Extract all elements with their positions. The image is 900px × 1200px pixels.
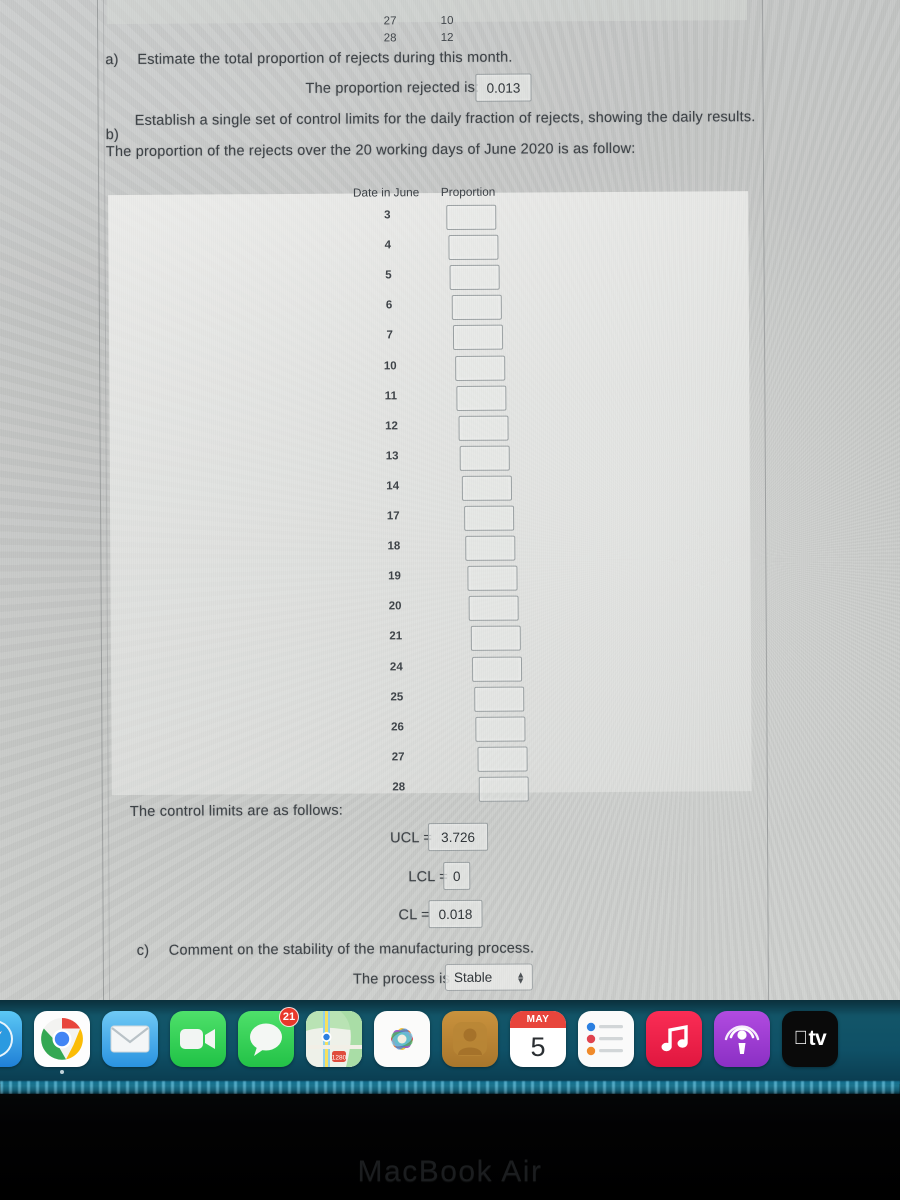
table-row-date: 5 <box>385 269 392 282</box>
proportion-input[interactable] <box>458 415 509 441</box>
table-row-date: 28 <box>392 781 406 794</box>
dock-item-contacts[interactable] <box>442 1011 498 1067</box>
dock-icon-row: 21 1280 MAY 5 tv <box>0 1007 900 1074</box>
table-row-date: 14 <box>386 480 400 493</box>
proportion-input[interactable] <box>473 686 525 712</box>
table-row-date: 20 <box>388 600 402 613</box>
chevron-updown-icon: ▲ ▼ <box>516 969 526 986</box>
proportion-input[interactable] <box>456 385 507 411</box>
dock-reflection <box>0 1081 900 1094</box>
proportion-input[interactable] <box>479 776 530 802</box>
proportion-input[interactable] <box>463 505 514 531</box>
table-row-date: 3 <box>384 209 391 222</box>
proportion-rejected-input[interactable]: 0.013 <box>475 73 532 102</box>
dock-item-podcasts[interactable] <box>714 1011 770 1067</box>
table-row-date: 4 <box>384 239 392 252</box>
prev-row-date: 27 <box>383 15 397 28</box>
proportion-rejected-label: The proportion rejected is: <box>305 79 480 97</box>
table-row-date: 10 <box>383 359 397 372</box>
prev-row-value: 10 <box>440 14 454 28</box>
proportion-input[interactable] <box>477 746 528 772</box>
dock-item-calendar[interactable]: MAY 5 <box>510 1011 566 1067</box>
proportion-input[interactable] <box>475 716 526 742</box>
column-header-date: Date in June <box>352 185 420 200</box>
cl-input[interactable]: 0.018 <box>428 899 483 929</box>
table-row-date: 13 <box>385 450 399 463</box>
proportion-input[interactable] <box>468 595 519 622</box>
question-b-subtext: The proportion of the rejects over the 2… <box>105 140 636 161</box>
question-b-marker: b) <box>105 127 120 144</box>
control-limits-intro: The control limits are as follows: <box>129 802 344 820</box>
dock-item-appletv[interactable]: tv <box>782 1011 838 1067</box>
macbook-brand-label: MacBook Air <box>357 1155 543 1188</box>
proportion-input[interactable] <box>460 445 511 471</box>
dock-item-music[interactable] <box>646 1011 702 1067</box>
dock-item-safari[interactable] <box>0 1011 22 1067</box>
dock-item-photos[interactable] <box>374 1011 430 1067</box>
table-row-date: 24 <box>389 660 403 673</box>
proportion-input[interactable] <box>446 204 497 231</box>
question-a-text: Estimate the total proportion of rejects… <box>137 49 513 68</box>
process-is-label: The process is <box>352 971 451 988</box>
laptop-screen: 27 10 28 12 a) Estimate the total propor… <box>0 0 900 1000</box>
table-row-date: 19 <box>388 570 401 583</box>
running-indicator-dot <box>60 1070 64 1074</box>
table-row-date: 25 <box>390 690 404 703</box>
question-a-marker: a) <box>105 52 119 69</box>
proportion-table-region <box>108 191 752 796</box>
dock-item-chrome[interactable] <box>34 1011 90 1074</box>
prev-row-date: 28 <box>383 32 397 45</box>
table-row-date: 26 <box>391 720 404 734</box>
ucl-label: UCL = <box>390 830 433 847</box>
dock-item-reminders[interactable] <box>578 1011 634 1067</box>
proportion-input[interactable] <box>447 234 499 261</box>
process-stability-select[interactable]: Stable ▲ ▼ <box>444 963 533 992</box>
svg-text:1280: 1280 <box>332 1055 347 1062</box>
table-row-date: 11 <box>384 389 397 402</box>
question-c-text: Comment on the stability of the manufact… <box>168 940 535 959</box>
proportion-input[interactable] <box>451 294 502 321</box>
table-row-date: 6 <box>385 299 393 312</box>
table-row-date: 12 <box>385 420 398 433</box>
process-stability-value: Stable <box>453 969 493 985</box>
prev-row-value: 12 <box>440 31 454 45</box>
dock-item-mail[interactable] <box>102 1011 158 1067</box>
cl-label: CL = <box>398 907 430 924</box>
lcl-input[interactable]: 0 <box>443 861 471 891</box>
dock-item-maps[interactable]: 1280 <box>306 1011 362 1067</box>
table-row-date: 7 <box>386 329 393 342</box>
proportion-input[interactable] <box>472 656 523 682</box>
dock[interactable]: 21 1280 MAY 5 tv <box>0 1000 900 1084</box>
proportion-input[interactable] <box>470 625 521 652</box>
proportion-input[interactable] <box>461 475 512 501</box>
screenshot-root: 27 10 28 12 a) Estimate the total propor… <box>0 0 900 1200</box>
table-row-date: 18 <box>387 540 401 553</box>
table-row-date: 21 <box>389 630 403 643</box>
ucl-input[interactable]: 3.726 <box>427 822 489 852</box>
question-b-text: Establish a single set of control limits… <box>134 109 756 129</box>
proportion-input[interactable] <box>466 565 518 592</box>
previous-table-fragment <box>106 0 748 25</box>
dock-item-facetime[interactable] <box>170 1011 226 1067</box>
lcl-label: LCL = <box>408 869 448 886</box>
proportion-input[interactable] <box>449 264 500 291</box>
proportion-input[interactable] <box>454 355 506 381</box>
proportion-input[interactable] <box>465 535 516 562</box>
quiz-document: 27 10 28 12 a) Estimate the total propor… <box>0 0 900 1000</box>
pane-right-border <box>761 0 770 1000</box>
table-row-date: 17 <box>386 510 400 523</box>
column-header-proportion: Proportion <box>440 184 496 200</box>
question-c-marker: c) <box>136 942 150 959</box>
table-row-date: 27 <box>391 751 405 764</box>
dock-item-messages[interactable]: 21 <box>238 1007 299 1067</box>
notification-badge: 21 <box>279 1007 299 1027</box>
proportion-input[interactable] <box>453 325 504 351</box>
